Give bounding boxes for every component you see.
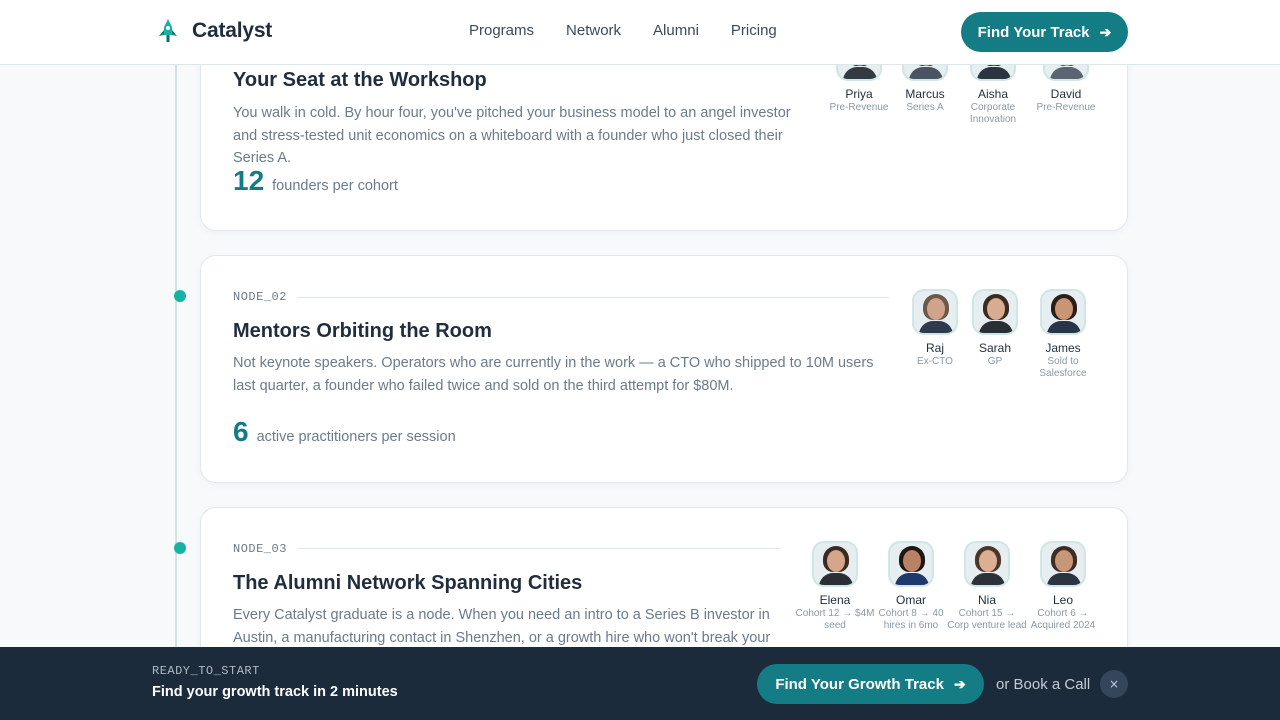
timeline-dot-node-02 — [174, 290, 186, 302]
avatar — [1040, 541, 1086, 587]
timeline-line — [175, 65, 177, 655]
person-name: Elena — [819, 593, 851, 607]
avatar — [964, 541, 1010, 587]
person-card[interactable]: Omar Cohort 8 → 40 hires in 6mo — [871, 541, 951, 632]
arrow-right-icon: ➔ — [1099, 23, 1112, 40]
main-nav: Programs Network Alumni Pricing — [469, 22, 809, 39]
timeline-dot-node-03 — [174, 542, 186, 554]
person-role: Sold to Salesforce — [1039, 356, 1087, 379]
person-role: Cohort 8 → 40 hires in 6mo — [878, 608, 944, 631]
card-mentors: NODE_02 Mentors Orbiting the Room Not ke… — [200, 255, 1128, 483]
avatar — [972, 289, 1018, 335]
person-role: Pre-Revenue — [1036, 102, 1096, 113]
card-description: Not keynote speakers. Operators who are … — [233, 355, 874, 394]
bar-title: Find your growth track in 2 minutes — [152, 684, 398, 700]
nav-pricing[interactable]: Pricing — [731, 22, 777, 39]
sticky-cta-bar: READY_TO_START Find your growth track in… — [0, 647, 1280, 720]
node-divider — [297, 548, 781, 549]
card-stat: 6 active practitioners per session — [233, 416, 456, 448]
person-name: Leo — [1052, 593, 1074, 607]
rocket-icon — [159, 19, 177, 42]
person-name: David — [1050, 87, 1082, 101]
close-icon[interactable]: × — [1100, 670, 1128, 698]
avatar — [812, 541, 858, 587]
person-role: Corporate Innovation — [969, 102, 1017, 125]
find-growth-track-button[interactable]: Find Your Growth Track ➔ — [757, 664, 984, 704]
person-name: Aisha — [977, 87, 1009, 101]
stat-caption: founders per cohort — [272, 178, 398, 194]
brand-logo[interactable]: Catalyst — [157, 18, 272, 44]
find-your-track-button[interactable]: Find Your Track ➔ — [961, 12, 1128, 52]
person-name: James — [1045, 341, 1081, 355]
card-description: Every Catalyst graduate is a node. When … — [233, 607, 771, 646]
person-card[interactable]: James Sold to Salesforce — [1023, 289, 1103, 380]
person-name: Nia — [977, 593, 996, 607]
person-name: Omar — [896, 593, 926, 607]
find-your-track-label: Find Your Track — [977, 23, 1090, 41]
card-title: Your Seat at the Workshop — [233, 69, 487, 91]
stat-caption: active practitioners per session — [256, 429, 456, 445]
card-title: The Alumni Network Spanning Cities — [233, 572, 583, 594]
nav-programs[interactable]: Programs — [469, 22, 534, 39]
card-stat: 12 founders per cohort — [233, 165, 398, 197]
avatar — [912, 289, 958, 335]
stat-value: 6 — [233, 416, 249, 447]
find-growth-track-label: Find Your Growth Track — [775, 675, 944, 693]
card-description: You walk in cold. By hour four, you've p… — [233, 105, 791, 166]
person-role: Cohort 6 → Acquired 2024 — [1030, 608, 1096, 631]
arrow-right-icon: ➔ — [953, 675, 966, 692]
node-label: NODE_03 — [233, 542, 287, 556]
person-card[interactable]: Elena Cohort 12 → $4M seed — [795, 541, 875, 632]
person-role: Cohort 15 → Corp venture lead — [947, 608, 1027, 631]
person-card[interactable]: Nia Cohort 15 → Corp venture lead — [947, 541, 1027, 632]
node-label: NODE_02 — [233, 290, 287, 304]
person-role: Cohort 12 → $4M seed — [795, 608, 875, 631]
bar-eyebrow: READY_TO_START — [152, 664, 260, 678]
book-call-link[interactable]: or Book a Call — [996, 676, 1090, 693]
node-divider — [297, 297, 889, 298]
nav-alumni[interactable]: Alumni — [653, 22, 699, 39]
brand-name: Catalyst — [192, 19, 273, 42]
nav-network[interactable]: Network — [566, 22, 621, 39]
site-header: Catalyst Programs Network Alumni Pricing… — [0, 0, 1280, 65]
person-card[interactable]: Leo Cohort 6 → Acquired 2024 — [1023, 541, 1103, 632]
avatar — [1040, 289, 1086, 335]
card-title: Mentors Orbiting the Room — [233, 320, 492, 342]
avatar — [888, 541, 934, 587]
stat-value: 12 — [233, 165, 265, 196]
